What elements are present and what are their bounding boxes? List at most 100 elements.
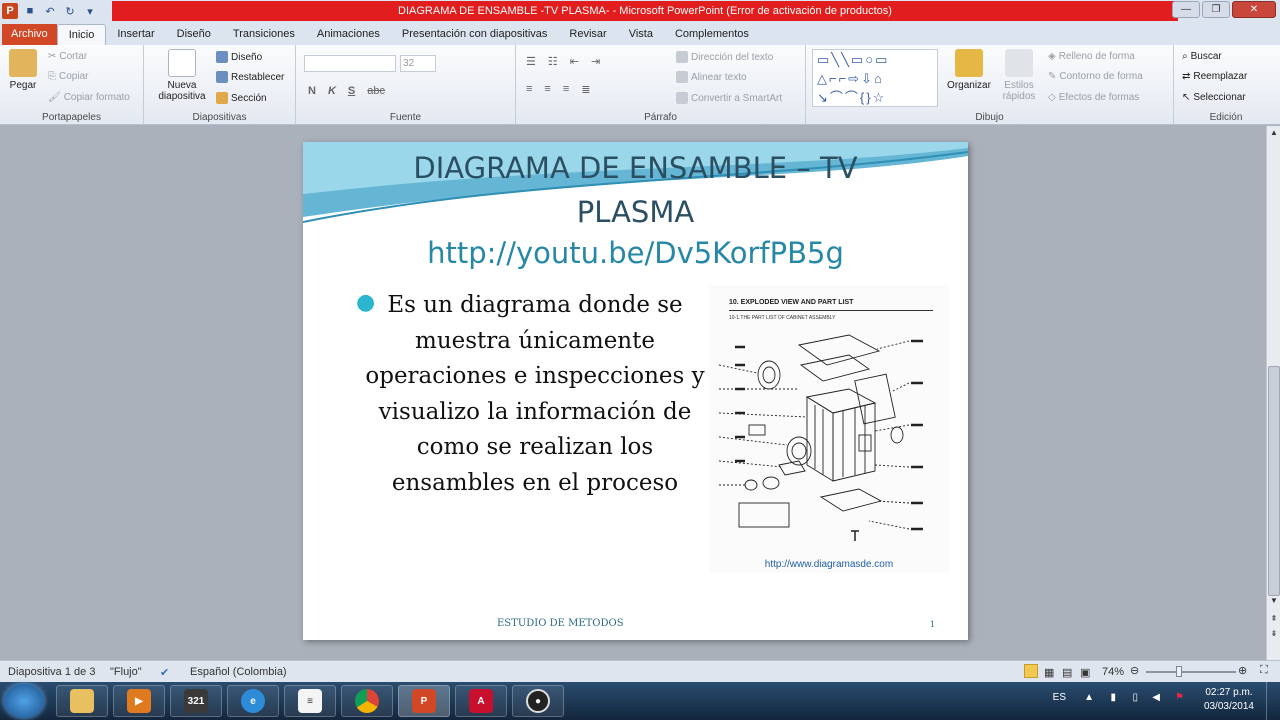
- taskbar-media-classic[interactable]: 321: [170, 685, 222, 717]
- align-text-button[interactable]: Alinear texto: [676, 71, 747, 83]
- spellcheck-icon[interactable]: ✔: [160, 666, 169, 679]
- layout-button[interactable]: Diseño: [216, 51, 262, 63]
- battery-icon[interactable]: ▯: [1132, 692, 1138, 703]
- language-indicator[interactable]: ES: [1053, 692, 1066, 703]
- vertical-scrollbar[interactable]: ▲ ▼ ⇞ ⇟: [1266, 126, 1280, 660]
- tab-animaciones[interactable]: Animaciones: [306, 24, 391, 45]
- clock[interactable]: 02:27 p.m. 03/03/2014: [1204, 686, 1254, 714]
- arrange-button[interactable]: Organizar: [944, 49, 994, 91]
- text-direction-button[interactable]: Dirección del texto: [676, 51, 773, 63]
- italic-button[interactable]: K: [328, 85, 336, 97]
- tab-complementos[interactable]: Complementos: [664, 24, 760, 45]
- taskbar-powerpoint[interactable]: P: [398, 685, 450, 717]
- zoom-in-icon[interactable]: ⊕: [1238, 664, 1247, 677]
- paste-button[interactable]: Pegar: [6, 49, 40, 91]
- slide-link[interactable]: http://youtu.be/Dv5KorfPB5g: [343, 236, 928, 270]
- taskbar-ie[interactable]: e: [227, 685, 279, 717]
- tab-revisar[interactable]: Revisar: [558, 24, 617, 45]
- align-text-icon: [676, 71, 688, 83]
- taskbar-camera[interactable]: ●: [512, 685, 564, 717]
- font-name-select[interactable]: [304, 55, 396, 72]
- shape-outline-label: Contorno de forma: [1059, 71, 1143, 82]
- tab-presentacion[interactable]: Presentación con diapositivas: [391, 24, 559, 45]
- slide-bullet-text[interactable]: ● Es un diagrama donde se muestra únicam…: [356, 288, 711, 501]
- normal-view-icon[interactable]: [1024, 664, 1038, 678]
- smartart-button[interactable]: Convertir a SmartArt: [676, 92, 782, 104]
- format-painter-button[interactable]: 🖌 Copiar formato: [48, 92, 130, 103]
- show-hidden-icons[interactable]: ▲: [1084, 692, 1094, 703]
- bold-button[interactable]: N: [308, 85, 316, 97]
- tab-vista[interactable]: Vista: [618, 24, 664, 45]
- reading-view-icon[interactable]: ▤: [1062, 666, 1072, 679]
- customize-qat-icon[interactable]: ▾: [82, 3, 98, 19]
- reset-button[interactable]: Restablecer: [216, 71, 284, 83]
- slide-title[interactable]: DIAGRAMA DE ENSAMBLE – TV PLASMA: [343, 146, 928, 234]
- undo-icon[interactable]: ↶: [42, 3, 58, 19]
- shape-fill-button[interactable]: ◈ Relleno de forma: [1048, 51, 1135, 62]
- exploded-view-image[interactable]: 10. EXPLODED VIEW AND PART LIST 10-1.THE…: [709, 285, 949, 573]
- slide-sorter-icon[interactable]: ▦: [1044, 666, 1054, 679]
- close-button[interactable]: ✕: [1232, 1, 1276, 18]
- tab-archivo[interactable]: Archivo: [2, 24, 57, 45]
- redo-icon[interactable]: ↻: [62, 3, 78, 19]
- action-center-icon[interactable]: ⚑: [1175, 692, 1184, 703]
- scroll-down-icon[interactable]: ▼: [1268, 596, 1280, 608]
- align-center-icon[interactable]: ≡: [544, 83, 550, 96]
- underline-button[interactable]: S: [348, 85, 355, 97]
- tab-transiciones[interactable]: Transiciones: [222, 24, 306, 45]
- replace-button[interactable]: ⇄ Reemplazar: [1182, 71, 1247, 82]
- bullets-icon[interactable]: ☰: [526, 55, 536, 68]
- find-button[interactable]: ⌕ Buscar: [1182, 51, 1222, 62]
- slide[interactable]: DIAGRAMA DE ENSAMBLE – TV PLASMA http://…: [303, 142, 968, 640]
- network-icon[interactable]: ▮: [1110, 692, 1116, 703]
- fit-to-window-icon[interactable]: ⛶: [1260, 664, 1268, 677]
- justify-icon[interactable]: ≣: [581, 83, 590, 96]
- pdf-icon: A: [469, 689, 493, 713]
- font-size-select[interactable]: 32: [400, 55, 436, 72]
- previous-slide-icon[interactable]: ⇞: [1268, 614, 1280, 626]
- start-button[interactable]: [4, 684, 44, 718]
- minimize-button[interactable]: —: [1172, 1, 1200, 18]
- new-slide-label-2: diapositiva: [158, 91, 206, 102]
- taskbar-acrobat[interactable]: A: [455, 685, 507, 717]
- select-button[interactable]: ↖ Seleccionar: [1182, 92, 1246, 103]
- zoom-slider[interactable]: [1146, 671, 1236, 673]
- taskbar-media-player[interactable]: ▶: [113, 685, 165, 717]
- brush-icon: 🖌: [48, 92, 61, 103]
- shape-outline-button[interactable]: ✎ Contorno de forma: [1048, 71, 1143, 82]
- slideshow-icon[interactable]: ▣: [1080, 666, 1090, 679]
- section-button[interactable]: Sección: [216, 92, 267, 104]
- save-icon[interactable]: ■: [22, 3, 38, 19]
- tab-inicio[interactable]: Inicio: [56, 24, 107, 45]
- scroll-up-icon[interactable]: ▲: [1268, 128, 1280, 140]
- tab-insertar[interactable]: Insertar: [106, 24, 165, 45]
- zoom-level[interactable]: 74%: [1102, 666, 1124, 678]
- quick-styles-button[interactable]: Estilos rápidos: [994, 49, 1044, 102]
- tab-diseno[interactable]: Diseño: [166, 24, 222, 45]
- zoom-slider-thumb[interactable]: [1176, 666, 1182, 677]
- cut-button[interactable]: ✂ Cortar: [48, 51, 87, 62]
- align-right-icon[interactable]: ≡: [563, 83, 569, 96]
- powerpoint-icon[interactable]: P: [2, 3, 18, 19]
- section-label: Sección: [231, 92, 267, 104]
- shape-effects-button[interactable]: ◇ Efectos de formas: [1048, 92, 1139, 103]
- copy-button[interactable]: ⎘ Copiar: [48, 71, 88, 82]
- volume-icon[interactable]: ◀: [1152, 692, 1160, 703]
- strikethrough-button[interactable]: abc: [367, 85, 385, 97]
- scroll-thumb[interactable]: [1268, 366, 1280, 596]
- bullet-icon: ●: [356, 290, 376, 315]
- numbering-icon[interactable]: ☷: [548, 55, 558, 68]
- taskbar-chrome[interactable]: [341, 685, 393, 717]
- language-label[interactable]: Español (Colombia): [190, 666, 287, 678]
- new-slide-button[interactable]: Nueva diapositiva: [150, 49, 214, 102]
- taskbar-notepad[interactable]: ≡: [284, 685, 336, 717]
- taskbar-explorer[interactable]: [56, 685, 108, 717]
- shapes-gallery[interactable]: ▭╲╲▭○▭ △⌐⌐⇨⇩⌂ ↘⌒⌒{}☆: [812, 49, 938, 107]
- restore-button[interactable]: ❐: [1202, 1, 1230, 18]
- next-slide-icon[interactable]: ⇟: [1268, 629, 1280, 641]
- zoom-out-icon[interactable]: ⊖: [1130, 664, 1139, 677]
- indent-icon[interactable]: ⇤: [570, 55, 579, 68]
- outdent-icon[interactable]: ⇥: [591, 55, 600, 68]
- align-left-icon[interactable]: ≡: [526, 83, 532, 96]
- show-desktop-button[interactable]: [1266, 682, 1280, 720]
